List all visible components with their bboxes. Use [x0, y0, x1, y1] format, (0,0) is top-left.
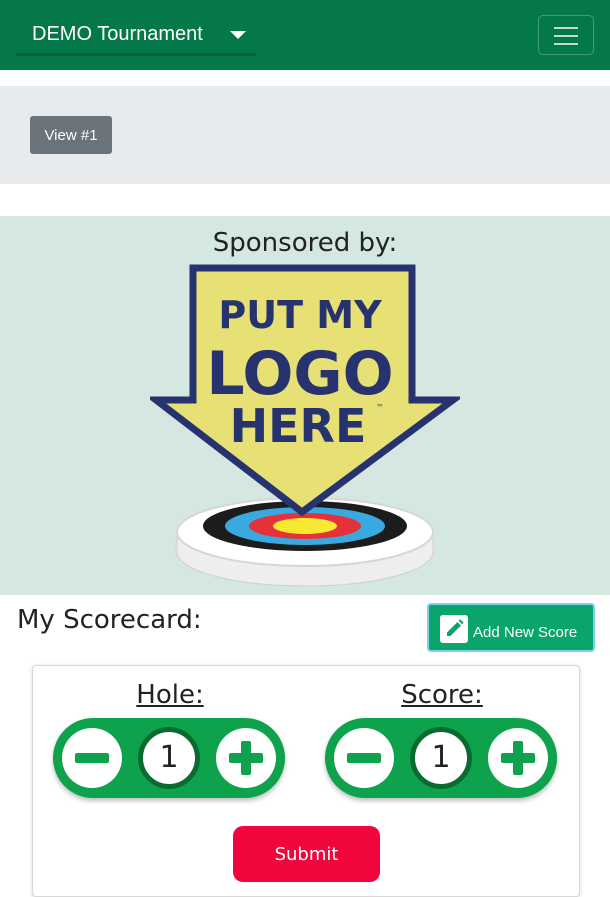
tournament-select[interactable]: DEMO Tournament [16, 14, 256, 56]
sponsor-logo: PUT MY LOGO HERE ™ [150, 264, 460, 587]
caret-down-icon [230, 31, 246, 39]
hole-stepper: 1 [53, 718, 285, 798]
navbar: DEMO Tournament [0, 0, 610, 70]
score-stepper: 1 [325, 718, 557, 798]
sponsor-panel: Sponsored by: PUT MY LOGO HERE ™ [0, 216, 610, 595]
hole-decrement-button[interactable] [62, 728, 122, 788]
sponsor-heading: Sponsored by: [212, 228, 398, 258]
hole-value: 1 [138, 727, 200, 789]
view-1-button[interactable]: View #1 [30, 116, 112, 154]
tournament-select-label: DEMO Tournament [32, 23, 203, 45]
logo-text-line-1: PUT MY [218, 293, 382, 337]
logo-trademark: ™ [376, 403, 384, 412]
logo-text-line-3: HERE [230, 399, 367, 453]
score-entry-card: Hole: 1 Score: 1 Submit [32, 665, 580, 897]
scorecard-title: My Scorecard: [17, 605, 202, 635]
hole-label: Hole: [136, 680, 204, 710]
hole-increment-button[interactable] [216, 728, 276, 788]
score-label: Score: [401, 680, 483, 710]
view-panel: View #1 [0, 86, 610, 184]
submit-button[interactable]: Submit [233, 826, 380, 882]
add-new-score-label: Add New Score [473, 624, 578, 641]
minus-icon [75, 753, 109, 763]
minus-icon [347, 753, 381, 763]
score-value: 1 [410, 727, 472, 789]
add-new-score-button[interactable]: Add New Score [427, 603, 595, 652]
score-increment-button[interactable] [488, 728, 548, 788]
pencil-square-icon [440, 615, 468, 643]
menu-toggle-button[interactable] [538, 15, 594, 55]
score-decrement-button[interactable] [334, 728, 394, 788]
